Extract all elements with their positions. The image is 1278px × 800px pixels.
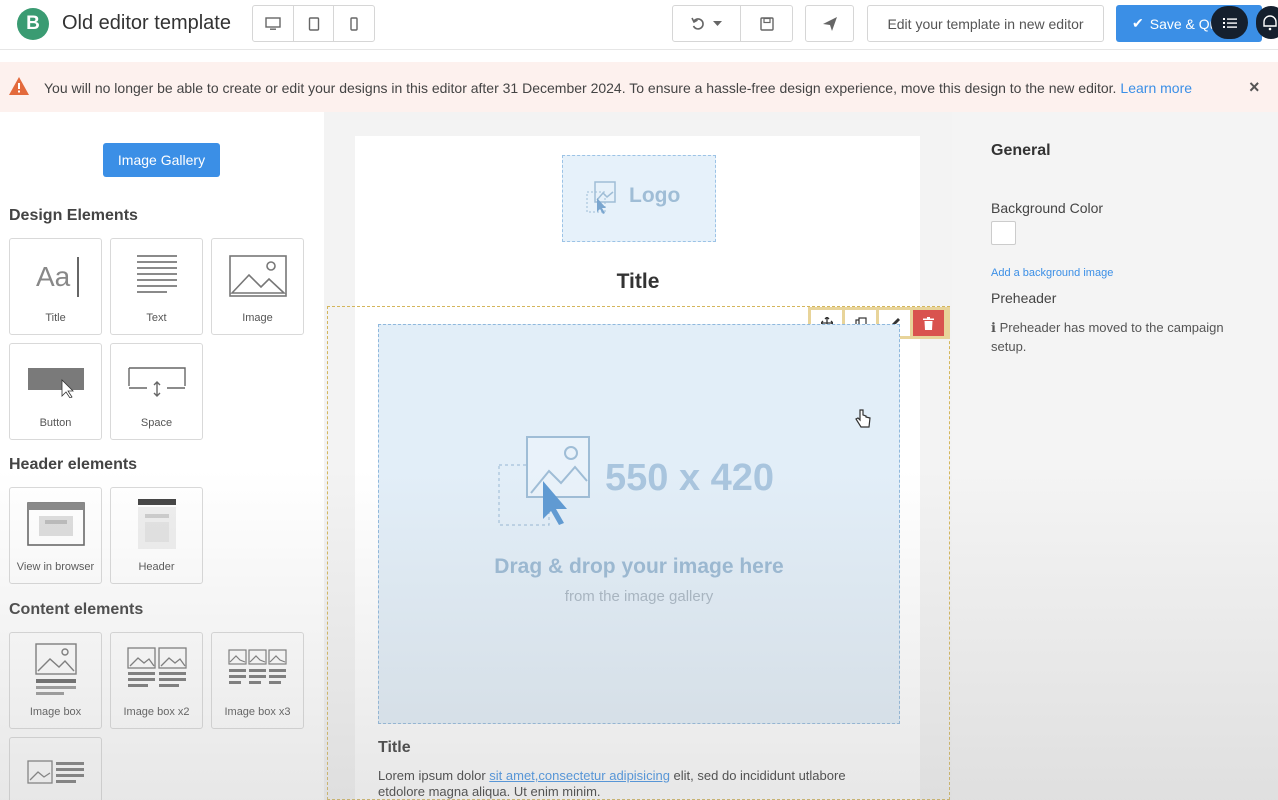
drag-drop-label: Drag & drop your image here	[494, 555, 784, 578]
text-lines-icon	[136, 255, 177, 293]
email-title[interactable]: Title	[324, 270, 952, 294]
design-elements-heading: Design Elements	[9, 207, 138, 224]
header-elements-heading: Header elements	[9, 456, 138, 473]
image-dimensions-label: 550 x 420	[605, 457, 775, 499]
image-box-tile[interactable]: Image box	[9, 632, 102, 729]
top-bar: B Old editor template Edit your template…	[0, 0, 1278, 50]
desktop-view-button[interactable]	[253, 6, 294, 41]
image-box-x3-tile[interactable]: Image box x3	[211, 632, 304, 729]
history-group	[672, 5, 793, 42]
space-icon	[127, 367, 186, 397]
image-gallery-button[interactable]: Image Gallery	[103, 143, 220, 177]
desktop-icon	[265, 16, 281, 30]
chat-icon	[1263, 14, 1277, 30]
text-element-tile[interactable]: Text	[110, 238, 203, 335]
hand-cursor-icon	[855, 409, 871, 428]
add-background-image-link[interactable]: Add a background image	[991, 267, 1113, 279]
tablet-view-button[interactable]	[294, 6, 335, 41]
template-title: Old editor template	[62, 12, 231, 34]
image-icon	[228, 255, 287, 297]
tablet-icon	[308, 16, 319, 31]
button-icon	[27, 368, 84, 398]
image-box-x3-icon	[227, 649, 287, 684]
list-icon	[1222, 17, 1237, 28]
background-color-label: Background Color	[991, 200, 1104, 216]
brevo-logo: B	[17, 8, 49, 40]
tile-label: Image	[242, 312, 273, 324]
tile-label: Button	[39, 417, 72, 429]
tile-label: Title	[45, 312, 66, 324]
tile-label: Image box x3	[224, 706, 291, 718]
check-icon: ✔	[1132, 15, 1144, 31]
tile-label: Image box x2	[123, 706, 190, 718]
image-text-tile[interactable]	[9, 737, 102, 800]
image-box-icon	[34, 643, 77, 695]
paragraph-text-start: Lorem ipsum dolor	[378, 768, 490, 783]
content-paragraph[interactable]: Lorem ipsum dolor sit amet,consectetur a…	[378, 768, 878, 800]
banner-message: You will no longer be able to create or …	[44, 80, 1192, 96]
save-and-quit-label: Save & Qu	[1149, 15, 1218, 32]
close-icon[interactable]: ×	[1249, 77, 1260, 98]
logo-placeholder-label: Logo	[629, 184, 681, 207]
logo-placeholder[interactable]: Logo	[562, 155, 716, 242]
settings-panel: General Background Color Add a backgroun…	[952, 112, 1278, 800]
title-element-tile[interactable]: Aa Title	[9, 238, 102, 335]
preheader-note-text: Preheader has moved to the campaign setu…	[991, 320, 1224, 354]
help-menu-button[interactable]	[1211, 6, 1248, 39]
image-placeholder-icon	[498, 436, 590, 526]
warning-icon	[9, 77, 29, 95]
tile-label: Header	[138, 561, 175, 573]
view-in-browser-tile[interactable]: View in browser	[9, 487, 102, 584]
chevron-down-icon	[713, 20, 722, 26]
tile-label: Space	[140, 417, 173, 429]
button-element-tile[interactable]: Button	[9, 343, 102, 440]
editor-canvas: Logo Title 550 x 420 Drag & drop your im…	[324, 112, 952, 800]
browser-window-icon	[26, 502, 85, 546]
elements-sidebar: Image Gallery Design Elements Aa Title T…	[0, 112, 324, 800]
space-element-tile[interactable]: Space	[110, 343, 203, 440]
undo-icon	[691, 17, 704, 30]
image-drop-zone[interactable]: 550 x 420 Drag & drop your image here fr…	[378, 324, 900, 724]
image-box-x2-icon	[126, 647, 187, 687]
paragraph-link[interactable]: sit amet,consectetur adipisicing	[489, 768, 670, 783]
undo-button[interactable]	[673, 6, 741, 41]
info-icon: ℹ	[991, 320, 1000, 335]
banner-text: You will no longer be able to create or …	[44, 80, 1117, 96]
floppy-disk-icon	[759, 16, 774, 31]
mobile-view-button[interactable]	[334, 6, 374, 41]
device-preview-group	[252, 5, 375, 42]
preheader-note: ℹ Preheader has moved to the campaign se…	[991, 318, 1251, 356]
content-elements-heading: Content elements	[9, 601, 144, 618]
title-element-icon: Aa	[36, 261, 71, 292]
general-heading: General	[991, 142, 1051, 159]
tile-label: View in browser	[16, 561, 95, 573]
background-color-swatch[interactable]	[991, 221, 1016, 245]
preheader-label: Preheader	[991, 290, 1057, 306]
image-box-x2-tile[interactable]: Image box x2	[110, 632, 203, 729]
content-title[interactable]: Title	[378, 739, 411, 757]
send-test-button[interactable]	[805, 5, 854, 42]
image-text-icon	[26, 760, 84, 784]
save-draft-button[interactable]	[741, 6, 792, 41]
text-cursor-icon	[77, 257, 79, 297]
drag-drop-sublabel: from the image gallery	[564, 588, 714, 605]
mobile-icon	[350, 16, 358, 31]
tile-label: Text	[146, 312, 167, 324]
delete-block-button[interactable]	[913, 310, 944, 336]
paper-plane-icon	[822, 16, 837, 31]
header-element-tile[interactable]: Header	[110, 487, 203, 584]
trash-icon	[923, 316, 934, 330]
edit-in-new-editor-button[interactable]: Edit your template in new editor	[867, 5, 1104, 42]
chat-button[interactable]	[1256, 6, 1278, 39]
image-icon	[586, 181, 616, 214]
deprecation-banner: You will no longer be able to create or …	[0, 62, 1278, 112]
learn-more-link[interactable]: Learn more	[1120, 80, 1192, 96]
image-element-tile[interactable]: Image	[211, 238, 304, 335]
header-icon	[137, 499, 176, 549]
tile-label: Image box	[29, 706, 82, 718]
